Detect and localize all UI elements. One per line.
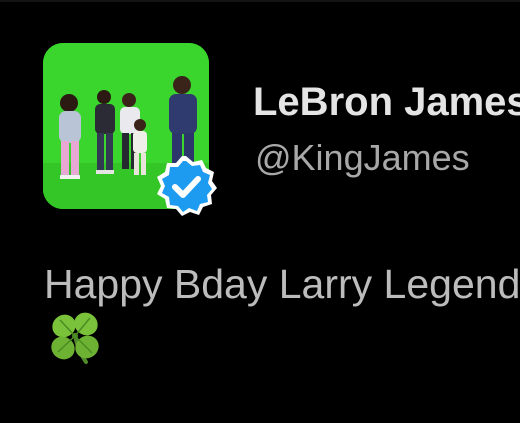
four-leaf-clover-icon xyxy=(46,308,104,366)
display-name[interactable]: LeBron James xyxy=(253,78,520,126)
divider xyxy=(0,0,520,2)
tweet-text: Happy Bday Larry Legend xyxy=(44,261,520,307)
tweet-screen: LeBron James @KingJames Happy Bday Larry… xyxy=(0,0,520,423)
verified-badge-icon xyxy=(154,154,218,218)
user-handle[interactable]: @KingJames xyxy=(255,136,470,180)
